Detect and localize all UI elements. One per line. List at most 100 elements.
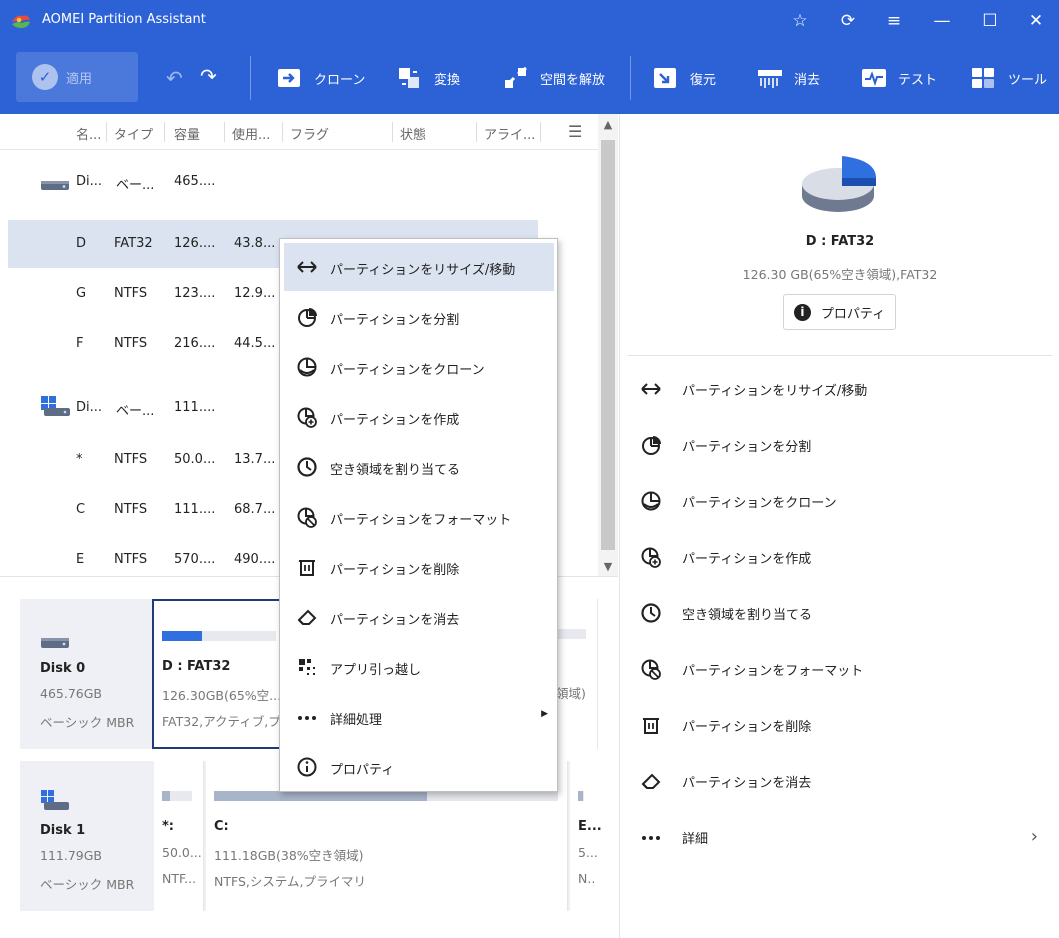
toolbar: ✓ 適用 ↶ ↷ クローン 変換 空間を解放 復元 消去 テスト ツール: [0, 42, 1059, 114]
col-header-flag[interactable]: フラグ: [290, 124, 329, 143]
op-label: 空き領域を割り当てる: [682, 608, 813, 623]
context-menu: パーティションをリサイズ/移動 パーティションを分割 パーティションをクローン …: [279, 238, 558, 792]
col-header-capacity[interactable]: 容量: [174, 124, 200, 143]
partition-block-e[interactable]: E... 5... N..: [570, 761, 602, 911]
toolbar-test-button[interactable]: テスト: [860, 63, 937, 93]
col-divider[interactable]: [106, 122, 107, 142]
undo-icon[interactable]: ↶: [166, 66, 183, 90]
col-divider[interactable]: [164, 122, 165, 142]
col-divider[interactable]: [540, 122, 541, 142]
menu-item-split[interactable]: パーティションを分割: [284, 293, 554, 341]
row-used: 43.8...: [234, 236, 276, 251]
row-capacity: 465....: [174, 174, 216, 189]
menu-item-create[interactable]: パーティションを作成: [284, 393, 554, 441]
scroll-down-icon[interactable]: ▼: [602, 560, 614, 573]
row-capacity: 111....: [174, 502, 216, 517]
minimize-button[interactable]: —: [922, 6, 962, 36]
menu-item-properties[interactable]: プロパティ: [284, 743, 554, 791]
allocate-icon: [296, 456, 318, 478]
recovery-icon: [652, 66, 680, 90]
toolbar-recovery-button[interactable]: 復元: [652, 63, 716, 93]
col-divider[interactable]: [392, 122, 393, 142]
close-button[interactable]: ✕: [1016, 6, 1056, 36]
row-name: F: [76, 336, 84, 351]
row-used: 12.9...: [234, 286, 276, 301]
op-clone[interactable]: パーティションをクローン: [640, 480, 1050, 520]
col-header-used[interactable]: 使用...: [232, 124, 270, 143]
row-name: Di...: [76, 400, 103, 415]
menu-icon[interactable]: ≡: [874, 6, 914, 36]
op-create[interactable]: パーティションを作成: [640, 536, 1050, 576]
row-used: 13.7...: [234, 452, 276, 467]
op-delete[interactable]: パーティションを削除: [640, 704, 1050, 744]
op-format[interactable]: パーティションをフォーマット: [640, 648, 1050, 688]
toolbar-wipe-button[interactable]: 消去: [756, 63, 820, 93]
row-type: NTFS: [114, 502, 148, 517]
menu-item-format[interactable]: パーティションをフォーマット: [284, 493, 554, 541]
col-header-name[interactable]: 名...: [76, 124, 101, 143]
favorite-star-icon[interactable]: ☆: [780, 6, 820, 36]
op-label: パーティションを消去: [682, 776, 812, 791]
properties-label: プロパティ: [820, 306, 886, 322]
menu-item-label: 詳細処理: [330, 713, 383, 728]
menu-item-app-mover[interactable]: アプリ引っ越し: [284, 643, 554, 691]
table-row-disk0[interactable]: Di... ベー... 465....: [8, 158, 538, 206]
row-used: 490....: [234, 552, 276, 567]
menu-item-advanced[interactable]: 詳細処理 ▶: [284, 693, 554, 741]
menu-item-allocate[interactable]: 空き領域を割り当てる: [284, 443, 554, 491]
menu-item-resize-move[interactable]: パーティションをリサイズ/移動: [284, 243, 554, 291]
trash-icon: [296, 556, 318, 578]
disk-type: ベーシック MBR: [40, 715, 135, 730]
op-wipe[interactable]: パーティションを消去: [640, 760, 1050, 800]
op-allocate[interactable]: 空き領域を割り当てる: [640, 592, 1050, 632]
scroll-up-icon[interactable]: ▲: [602, 118, 614, 131]
toolbar-free-space-button[interactable]: 空間を解放: [502, 63, 605, 93]
apply-button[interactable]: ✓ 適用: [16, 52, 138, 102]
table-scrollbar[interactable]: ▲ ▼: [598, 114, 618, 576]
test-icon: [860, 66, 888, 90]
partition-name: C:: [214, 819, 229, 834]
divider: [628, 355, 1052, 356]
op-label: パーティションを削除: [682, 720, 812, 735]
maximize-button[interactable]: ☐: [970, 6, 1010, 36]
col-header-align[interactable]: アライ...: [484, 124, 535, 143]
more-icon: [640, 826, 662, 848]
row-name: G: [76, 286, 87, 301]
op-split[interactable]: パーティションを分割: [640, 424, 1050, 464]
properties-button[interactable]: i プロパティ: [783, 294, 896, 330]
op-advanced[interactable]: 詳細 ›: [640, 816, 1050, 856]
col-divider[interactable]: [282, 122, 283, 142]
usage-bar-fill: [214, 791, 428, 801]
free-space-icon: [502, 66, 530, 90]
column-settings-icon[interactable]: ☰: [568, 122, 582, 141]
window-title: AOMEI Partition Assistant: [42, 12, 206, 27]
disk-name: Disk 0: [40, 661, 86, 676]
toolbar-tools-button[interactable]: ツール: [970, 63, 1047, 93]
toolbar-divider: [250, 56, 251, 100]
row-name: D: [76, 236, 87, 251]
row-used: 44.5...: [234, 336, 276, 351]
scroll-thumb[interactable]: [601, 140, 615, 550]
partition-block-d[interactable]: D : FAT32 126.30GB(65%空... FAT32,アクティブ,プ…: [152, 599, 282, 749]
partition-block-star[interactable]: *: 50.0... NTF...: [154, 761, 204, 911]
split-icon: [640, 434, 662, 456]
refresh-icon[interactable]: ⟳: [828, 6, 868, 36]
col-header-status[interactable]: 状態: [400, 124, 426, 143]
format-icon: [296, 506, 318, 528]
col-divider[interactable]: [224, 122, 225, 142]
system-disk-icon: [40, 394, 72, 416]
menu-item-clone[interactable]: パーティションをクローン: [284, 343, 554, 391]
menu-item-delete[interactable]: パーティションを削除: [284, 543, 554, 591]
toolbar-tools-label: ツール: [1008, 72, 1048, 88]
toolbar-clone-button[interactable]: クローン: [276, 63, 365, 93]
row-type: NTFS: [114, 552, 148, 567]
col-divider[interactable]: [476, 122, 477, 142]
toolbar-convert-button[interactable]: 変換: [396, 63, 460, 93]
menu-item-label: パーティションを消去: [330, 613, 460, 628]
title-bar: AOMEI Partition Assistant ☆ ⟳ ≡ — ☐ ✕: [0, 0, 1059, 42]
menu-item-wipe[interactable]: パーティションを消去: [284, 593, 554, 641]
redo-icon[interactable]: ↷: [200, 64, 217, 88]
op-resize-move[interactable]: パーティションをリサイズ/移動: [640, 368, 1050, 408]
op-label: パーティションを作成: [682, 552, 812, 567]
col-header-type[interactable]: タイプ: [114, 124, 153, 143]
